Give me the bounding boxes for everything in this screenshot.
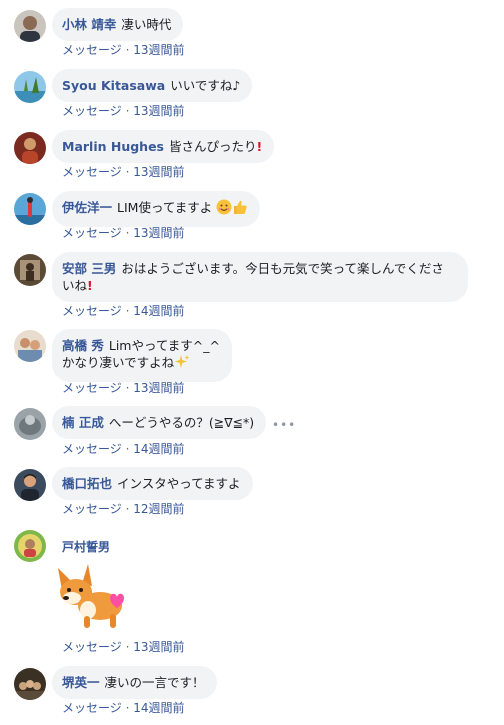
comment-text: 皆さんぴったり [168,139,257,154]
commenter-name[interactable]: Marlin Hughes [62,139,164,154]
message-link[interactable]: メッセージ [62,502,122,516]
meta-separator: · [121,442,134,456]
comment-meta: メッセージ · 12週間前 [62,500,185,517]
comment-bubble: 小林 靖幸 凄い時代 [52,8,184,41]
comment-text-line2: いね [62,278,88,293]
comment-text: いいですね♪ [170,78,241,93]
avatar[interactable] [14,330,46,362]
avatar[interactable] [14,10,46,42]
comment-bubble: Marlin Hughes 皆さんぴったり! [52,130,275,163]
sparkles-icon [174,354,190,374]
comment-bubble: 堺英一 凄いの一言です！ [52,666,217,699]
comment-meta: メッセージ · 13週間前 [62,163,185,180]
commenter-name[interactable]: 堺英一 [62,675,100,690]
comment-meta: メッセージ · 14週間前 [62,302,185,319]
comment-text: Limやってます^_^ [108,338,220,353]
comment-meta: メッセージ · 13週間前 [62,638,185,655]
meta-separator: · [121,381,134,395]
comment-bubble: Syou Kitasawa いいですね♪ [52,69,253,102]
commenter-name[interactable]: 橋口拓也 [62,476,112,491]
comment-meta: メッセージ · 13週間前 [62,224,185,241]
comment-bubble: 橋口拓也 インスタやってますよ [52,467,253,500]
comment-text: 凄い時代 [121,17,172,32]
comment-text: へーどうやるの？(≧∇≦*) [108,415,255,430]
message-link[interactable]: メッセージ [62,165,122,179]
commenter-name[interactable]: 安部 三男 [62,261,116,276]
meta-separator: · [121,43,134,57]
comment-timestamp[interactable]: 13週間前 [133,43,184,57]
meta-separator: · [121,226,134,240]
avatar[interactable] [14,71,46,103]
thumbs-up-icon [232,199,248,219]
comment-bubble: 安部 三男 おはようございます。今日も元気で笑って楽しんでくださ いね! [52,252,468,302]
comment-timestamp[interactable]: 13週間前 [133,104,184,118]
comment-timestamp[interactable]: 13週間前 [133,381,184,395]
avatar[interactable] [14,530,46,562]
meta-separator: · [121,104,134,118]
comment-meta: メッセージ · 14週間前 [62,699,185,716]
comment-bubble: 高橋 秀 Limやってます^_^ かなり凄いですよね [52,329,232,382]
commenter-name[interactable]: 楠 正成 [62,415,104,430]
comment-bubble: 楠 正成 へーどうやるの？(≧∇≦*) [52,406,267,439]
commenter-name[interactable]: 伊佐洋一 [62,200,112,215]
meta-separator: · [121,640,134,654]
commenter-name[interactable]: 小林 靖幸 [62,17,116,32]
comment-meta: メッセージ · 14週間前 [62,440,185,457]
message-link[interactable]: メッセージ [62,226,122,240]
comment-meta: メッセージ · 13週間前 [62,379,185,396]
comment-text-line2: かなり凄いですよね [62,355,175,370]
more-options-icon[interactable]: ••• [272,418,296,432]
exclamation-icon: ! [256,139,263,154]
comment-bubble: 伊佐洋一 LIM使ってますよ [52,191,261,227]
comment-timestamp[interactable]: 14週間前 [133,442,184,456]
avatar[interactable] [14,469,46,501]
commenter-name[interactable]: Syou Kitasawa [62,78,165,93]
comment-timestamp[interactable]: 14週間前 [133,304,184,318]
message-link[interactable]: メッセージ [62,381,122,395]
message-link[interactable]: メッセージ [62,442,122,456]
smiling-face-icon [216,199,232,219]
commenter-name[interactable]: 高橋 秀 [62,338,104,353]
comment-text: 凄いの一言です！ [104,675,205,690]
meta-separator: · [121,502,134,516]
message-link[interactable]: メッセージ [62,304,122,318]
avatar[interactable] [14,408,46,440]
meta-separator: · [121,165,134,179]
comment-timestamp[interactable]: 14週間前 [133,701,184,715]
comment-meta: メッセージ · 13週間前 [62,41,185,58]
comment-timestamp[interactable]: 13週間前 [133,226,184,240]
message-link[interactable]: メッセージ [62,640,122,654]
avatar[interactable] [14,132,46,164]
avatar[interactable] [14,193,46,225]
message-link[interactable]: メッセージ [62,701,122,715]
avatar[interactable] [14,668,46,700]
commenter-name[interactable]: 戸村誓男 [62,538,110,555]
avatar[interactable] [14,254,46,286]
exclamation-icon: ! [87,278,93,293]
meta-separator: · [121,701,134,715]
meta-separator: · [121,304,134,318]
comment-text: LIM使ってますよ [117,200,213,215]
corgi-heart-sticker [52,560,130,632]
comment-timestamp[interactable]: 13週間前 [133,640,184,654]
comment-text: おはようございます。今日も元気で笑って楽しんでくださ [121,261,444,276]
message-link[interactable]: メッセージ [62,43,122,57]
message-link[interactable]: メッセージ [62,104,122,118]
comment-timestamp[interactable]: 12週間前 [133,502,184,516]
comment-text: インスタやってますよ [117,476,241,491]
comment-meta: メッセージ · 13週間前 [62,102,185,119]
comment-timestamp[interactable]: 13週間前 [133,165,184,179]
